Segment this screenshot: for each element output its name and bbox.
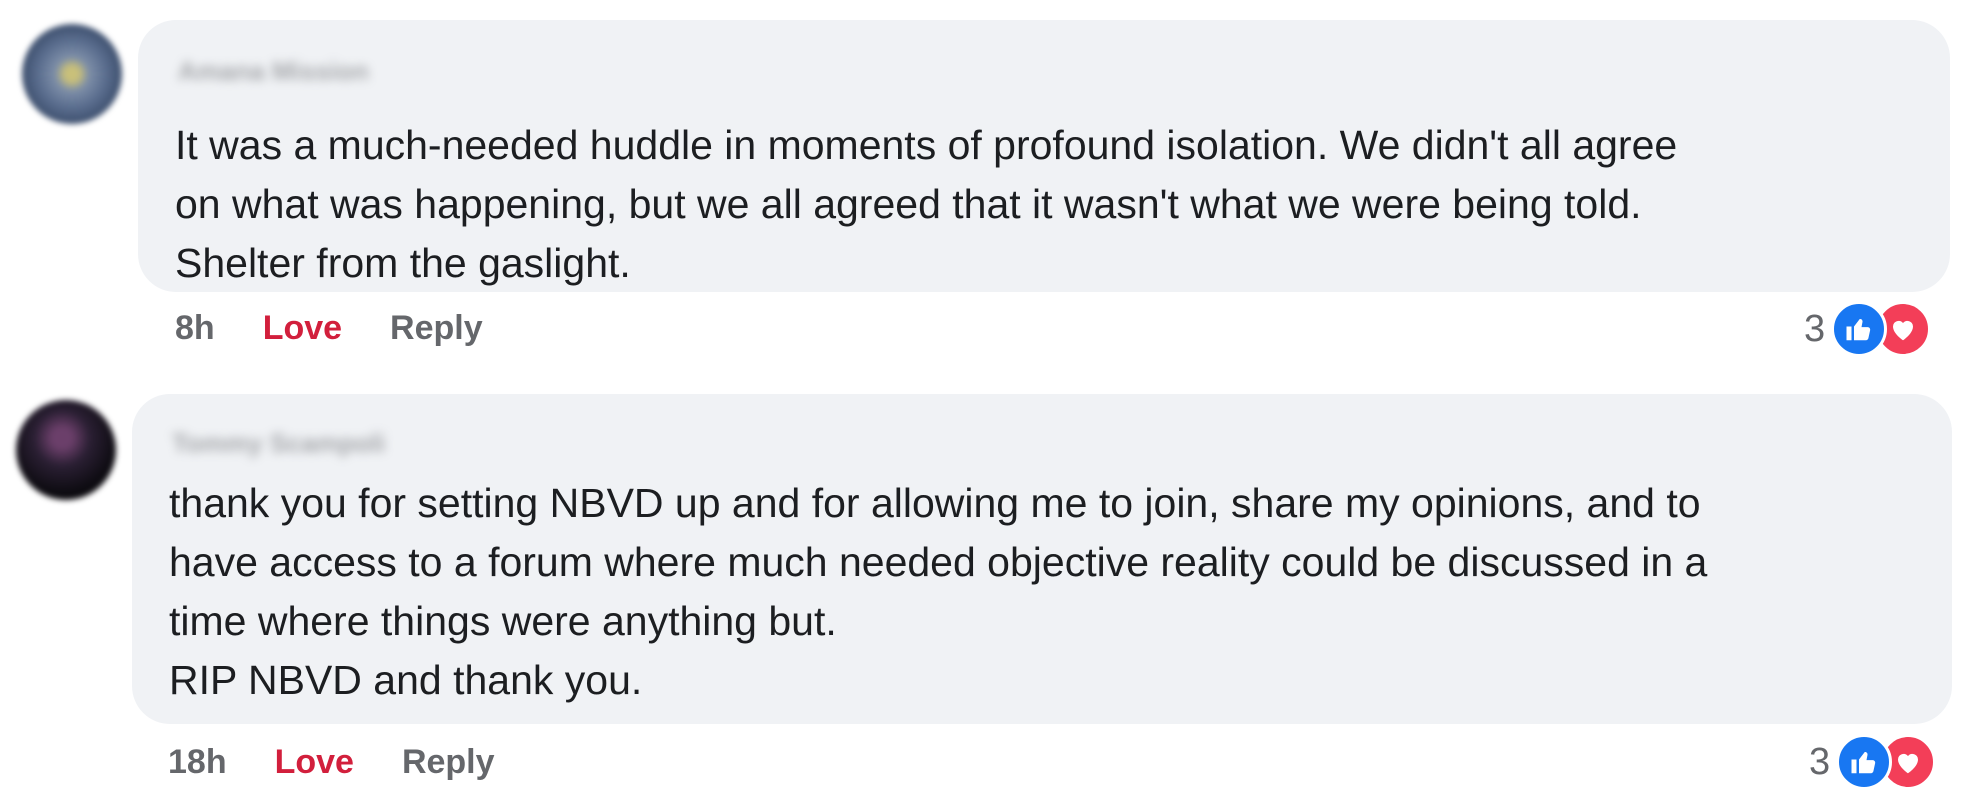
comment-bubble: Tommy Scampoli thank you for setting NBV… bbox=[132, 394, 1952, 724]
comment-timestamp[interactable]: 8h bbox=[175, 309, 215, 348]
avatar[interactable] bbox=[16, 400, 116, 500]
comment-author[interactable]: Tommy Scampoli bbox=[172, 428, 385, 458]
reaction-summary[interactable]: 3 bbox=[1804, 301, 1932, 357]
comment-actions: 8h Love Reply bbox=[175, 308, 483, 348]
reply-button[interactable]: Reply bbox=[402, 743, 495, 782]
comment-author[interactable]: Amana Mission bbox=[178, 56, 369, 86]
like-icon bbox=[1831, 301, 1888, 357]
comment-timestamp[interactable]: 18h bbox=[168, 743, 227, 782]
comment-bubble: Amana Mission It was a much-needed huddl… bbox=[138, 20, 1950, 292]
avatar[interactable] bbox=[22, 24, 122, 124]
comment-text: thank you for setting NBVD up and for al… bbox=[169, 480, 1708, 703]
reaction-summary[interactable]: 3 bbox=[1809, 734, 1937, 790]
love-button[interactable]: Love bbox=[263, 309, 342, 348]
love-button[interactable]: Love bbox=[275, 743, 354, 782]
reaction-count: 3 bbox=[1809, 741, 1831, 783]
reaction-count: 3 bbox=[1804, 308, 1826, 350]
like-icon bbox=[1836, 734, 1893, 790]
comment-actions: 18h Love Reply bbox=[168, 742, 495, 782]
reply-button[interactable]: Reply bbox=[390, 309, 483, 348]
comment-text: It was a much-needed huddle in moments o… bbox=[175, 122, 1678, 286]
